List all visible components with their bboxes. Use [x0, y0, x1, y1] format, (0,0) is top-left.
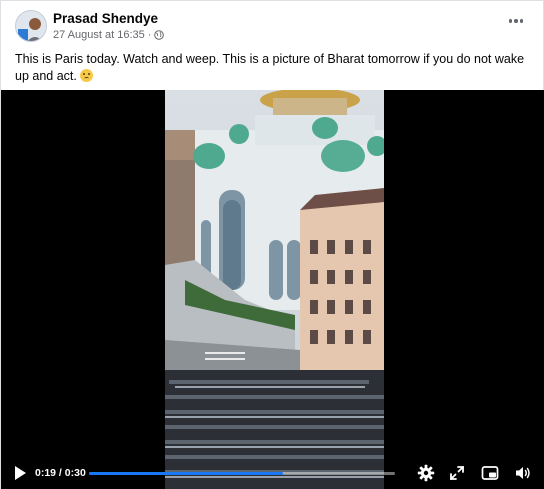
author-name[interactable]: Prasad Shendye	[53, 11, 158, 26]
more-options-icon[interactable]	[505, 13, 527, 29]
progress-bar[interactable]	[89, 472, 395, 475]
settings-icon[interactable]	[417, 464, 435, 482]
play-icon[interactable]	[13, 465, 27, 481]
fullscreen-icon[interactable]	[448, 464, 466, 482]
pip-icon[interactable]	[481, 464, 499, 482]
avatar[interactable]	[15, 10, 47, 42]
video-player[interactable]: 0:19 / 0:30	[1, 90, 544, 489]
volume-icon[interactable]	[514, 464, 532, 482]
post-date[interactable]: 27 August at 16:35 ·	[53, 29, 151, 41]
globe-icon[interactable]	[154, 30, 165, 40]
progress-fill	[89, 472, 283, 475]
post-card: Prasad Shendye 27 August at 16:35 · This…	[0, 0, 544, 489]
thinking-face-emoji	[80, 69, 94, 82]
post-caption: This is Paris today. Watch and weep. Thi…	[15, 51, 531, 85]
video-time: 0:19 / 0:30	[35, 467, 86, 479]
video-controls: 0:19 / 0:30	[1, 456, 544, 489]
video-frame[interactable]	[165, 90, 384, 489]
post-meta: 27 August at 16:35 ·	[53, 29, 165, 41]
